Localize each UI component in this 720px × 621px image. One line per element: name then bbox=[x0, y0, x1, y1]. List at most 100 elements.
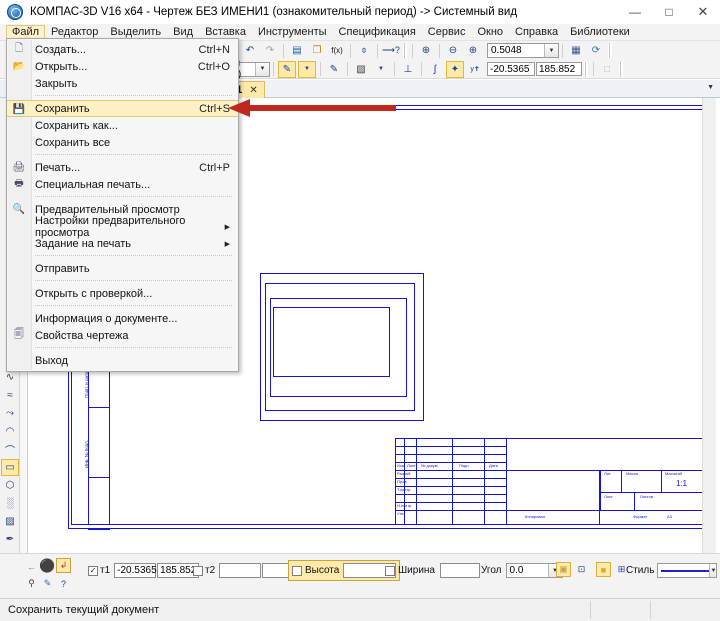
auto-create-icon[interactable]: ↲ bbox=[56, 558, 71, 573]
point1-x-field[interactable]: -20.5365 bbox=[114, 563, 157, 578]
toolbar-grip[interactable] bbox=[619, 61, 623, 77]
file-menu-item-1[interactable]: 📂 Открыть... Ctrl+O bbox=[7, 58, 238, 75]
menu-3[interactable]: Вид bbox=[167, 25, 199, 39]
file-menu-item-4[interactable]: Сохранить как... bbox=[7, 117, 238, 134]
file-menu-item-2[interactable]: Закрыть bbox=[7, 75, 238, 92]
chevron-down-icon[interactable]: ▼ bbox=[544, 44, 558, 57]
measure-icon[interactable]: ⌽ bbox=[355, 42, 373, 59]
help-icon[interactable]: ? bbox=[56, 576, 71, 591]
toolbar-grip[interactable] bbox=[403, 43, 407, 58]
grid-icon[interactable]: ▧ bbox=[352, 61, 370, 78]
zoom-in-icon[interactable]: ⊕ bbox=[464, 42, 482, 59]
menu-10[interactable]: Библиотеки bbox=[564, 25, 636, 39]
toolbar-grip[interactable] bbox=[608, 43, 612, 58]
zoom-window-icon[interactable]: ⊕ bbox=[417, 42, 435, 59]
menu-2[interactable]: Выделить bbox=[104, 25, 167, 39]
polygon-icon[interactable]: ⬡ bbox=[1, 477, 19, 494]
file-menu-popup: 🗋 Создать... Ctrl+N 📂 Открыть... Ctrl+O Закрыт… bbox=[6, 38, 239, 372]
point2-x-field[interactable] bbox=[219, 563, 262, 578]
menu-0[interactable]: Файл bbox=[6, 25, 46, 39]
red-arrow-annotation bbox=[228, 99, 396, 117]
refresh-view-icon[interactable]: ⟳ bbox=[587, 42, 605, 59]
grid-dropdown-icon[interactable]: ▼ bbox=[372, 61, 390, 78]
file-menu-item-5[interactable]: Сохранить все bbox=[7, 134, 238, 151]
close-button[interactable]: ✕ bbox=[686, 0, 720, 24]
menu-1[interactable]: Редактор bbox=[45, 25, 104, 39]
hatch-icon[interactable]: ░ bbox=[1, 495, 19, 512]
eraser-icon[interactable]: ✒ bbox=[1, 531, 19, 548]
prev-step-icon[interactable]: ← bbox=[24, 559, 39, 574]
file-menu-item-11[interactable]: Отправить bbox=[7, 260, 238, 277]
drawn-rectangle-4[interactable] bbox=[273, 307, 390, 377]
file-menu-item-0[interactable]: 🗋 Создать... Ctrl+N bbox=[7, 41, 238, 58]
printer-icon: 🖨 bbox=[12, 162, 26, 173]
rectangle-icon[interactable]: ▭ bbox=[1, 459, 19, 476]
help-pointer-icon[interactable]: ⟶? bbox=[382, 42, 400, 59]
style-dropdown-icon[interactable]: ▼ bbox=[298, 60, 316, 78]
coordinates-icon[interactable]: y✝ bbox=[466, 61, 484, 78]
axes-on-icon[interactable]: ▣ bbox=[556, 562, 571, 577]
layers-icon[interactable]: ❐ bbox=[308, 42, 326, 59]
file-menu-item-9[interactable]: Настройки предварительного просмотра ▶ bbox=[7, 215, 238, 239]
fill-icon[interactable]: ▨ bbox=[1, 513, 19, 530]
snap-bind-icon[interactable]: ✦ bbox=[446, 60, 464, 78]
view-settings-icon[interactable]: □ bbox=[598, 61, 616, 78]
point1-checkbox[interactable]: ✓ bbox=[88, 565, 98, 576]
coordinate-x-field[interactable]: -20.5365 bbox=[487, 62, 535, 76]
file-menu-item-12[interactable]: Открыть с проверкой... bbox=[7, 285, 238, 302]
variables-icon[interactable]: f(x) bbox=[328, 42, 346, 59]
style-combo[interactable]: ▼ bbox=[657, 563, 718, 578]
snap-icon[interactable]: ✎ bbox=[325, 61, 343, 78]
abort-command-icon[interactable]: ⚫ bbox=[39, 558, 55, 573]
polyline-icon[interactable]: ⤳ bbox=[1, 405, 19, 422]
redo-icon[interactable]: ↷ bbox=[261, 42, 279, 59]
bezier-icon[interactable]: ≈ bbox=[1, 387, 19, 404]
width-field[interactable] bbox=[439, 563, 480, 578]
show-all-icon[interactable]: ▦ bbox=[567, 42, 585, 59]
vertical-scrollbar[interactable] bbox=[702, 98, 716, 553]
menu-8[interactable]: Окно bbox=[471, 25, 509, 39]
chevron-down-icon[interactable]: ▼ bbox=[255, 62, 269, 76]
toolbar-separator bbox=[593, 62, 594, 76]
menu-9[interactable]: Справка bbox=[509, 25, 564, 39]
fillet-icon[interactable]: ◠ bbox=[1, 423, 19, 440]
width-group: Ширина bbox=[385, 563, 480, 578]
manager-icon[interactable]: ▤ bbox=[288, 42, 306, 59]
menu-7[interactable]: Сервис bbox=[422, 25, 472, 39]
undo-icon[interactable]: ↶ bbox=[241, 42, 259, 59]
file-menu-item-10[interactable]: Задание на печать ▶ bbox=[7, 235, 238, 252]
view-object-icon[interactable]: ⚲ bbox=[24, 576, 39, 591]
menu-6[interactable]: Спецификация bbox=[333, 25, 422, 39]
file-menu-item-7[interactable]: 🖶 Специальная печать... bbox=[7, 176, 238, 193]
title-label-list2: Лист bbox=[604, 494, 613, 499]
file-menu-item-3[interactable]: 💾 Сохранить Ctrl+S bbox=[7, 100, 238, 117]
point2-checkbox[interactable] bbox=[193, 565, 203, 576]
coordinate-y-field[interactable]: 185.852 bbox=[536, 62, 582, 76]
restrictions-icon[interactable]: ∫ bbox=[426, 61, 444, 78]
maximize-button[interactable]: □ bbox=[652, 0, 686, 24]
minimize-button[interactable]: — bbox=[618, 0, 652, 24]
chevron-down-icon[interactable]: ▼ bbox=[709, 564, 717, 577]
width-checkbox[interactable] bbox=[385, 565, 395, 576]
close-icon[interactable]: ✕ bbox=[249, 85, 257, 96]
chevron-down-icon[interactable]: ▼ bbox=[707, 84, 714, 91]
file-menu-item-15[interactable]: Выход bbox=[7, 352, 238, 369]
file-menu-item-6[interactable]: 🖨 Печать... Ctrl+P bbox=[7, 159, 238, 176]
height-checkbox[interactable] bbox=[292, 565, 302, 576]
local-cs-icon[interactable]: ⊥ bbox=[399, 61, 417, 78]
file-menu-item-13[interactable]: Информация о документе... bbox=[7, 310, 238, 327]
chamfer-icon[interactable]: ⌒ bbox=[1, 441, 19, 458]
menu-5[interactable]: Инструменты bbox=[252, 25, 333, 39]
file-menu-item-14[interactable]: 🗐 Свойства чертежа bbox=[7, 327, 238, 344]
current-style-icon[interactable]: ✎ bbox=[278, 60, 296, 78]
menu-4[interactable]: Вставка bbox=[199, 25, 252, 39]
file-menu-item-label: Специальная печать... bbox=[35, 178, 151, 191]
toolbar-grip[interactable] bbox=[584, 61, 588, 77]
zoom-level-combo[interactable]: 0.5048 ▼ bbox=[487, 43, 559, 58]
zoom-prev-icon[interactable]: ⊖ bbox=[444, 42, 462, 59]
axes-off-icon[interactable]: ⊡ bbox=[574, 562, 589, 577]
fill-style-icon[interactable]: ■ bbox=[596, 562, 611, 577]
style-line-preview bbox=[661, 570, 710, 572]
create-object-icon[interactable]: ✎ bbox=[40, 576, 55, 591]
angle-combo[interactable]: 0.0 ▼ bbox=[505, 563, 563, 578]
